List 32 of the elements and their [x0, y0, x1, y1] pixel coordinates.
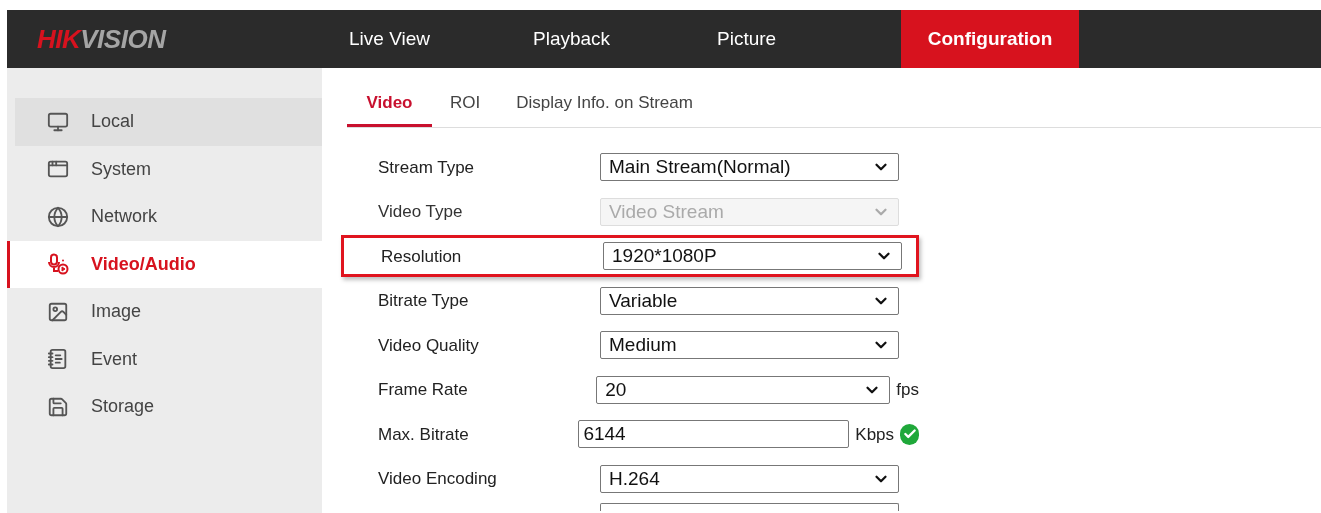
sidebar-item[interactable]: Storage [7, 383, 322, 431]
tab[interactable]: Display Info. on Stream [498, 90, 711, 127]
sidebar-item[interactable]: Network [7, 193, 322, 241]
nav-tab[interactable]: Playback [533, 10, 717, 68]
nav-tab[interactable]: Live View [349, 10, 533, 68]
sidebar-item[interactable]: Event [7, 335, 322, 383]
select-field[interactable]: H.264 [600, 464, 899, 493]
logo-brand: HIK [37, 22, 81, 56]
select-field[interactable]: 1920*1080P [603, 242, 902, 271]
nav-tab[interactable]: Picture [717, 10, 901, 68]
select-field[interactable]: Variable [600, 286, 899, 315]
tab[interactable]: ROI [432, 90, 499, 127]
field-label: Resolution [381, 245, 463, 268]
field-label: Frame Rate [378, 379, 469, 401]
sidebar-item[interactable]: System [7, 145, 322, 193]
field-label: Stream Type [378, 156, 476, 179]
field-label: Max. Bitrate [378, 423, 470, 446]
sidebar-item[interactable]: Local [15, 98, 322, 146]
sidebar-item[interactable]: Video/Audio [7, 240, 322, 288]
select-field[interactable]: Medium [600, 331, 899, 360]
input-field[interactable]: 6144 [578, 420, 850, 449]
field-label: Video Quality [378, 334, 480, 357]
select-field[interactable]: Main Stream(Normal) [600, 153, 899, 182]
field-label: Video Encoding [378, 468, 498, 490]
field-label: Video Type [378, 201, 464, 223]
unit-label: fps [896, 379, 919, 401]
select-field[interactable]: 20 [596, 375, 891, 404]
sidebar-item[interactable]: Image [7, 288, 322, 336]
tab[interactable]: Video [347, 90, 432, 127]
unit-label: Kbps [855, 423, 895, 446]
field-label: Bitrate Type [378, 290, 470, 312]
nav-tab[interactable]: Configuration [901, 10, 1079, 68]
